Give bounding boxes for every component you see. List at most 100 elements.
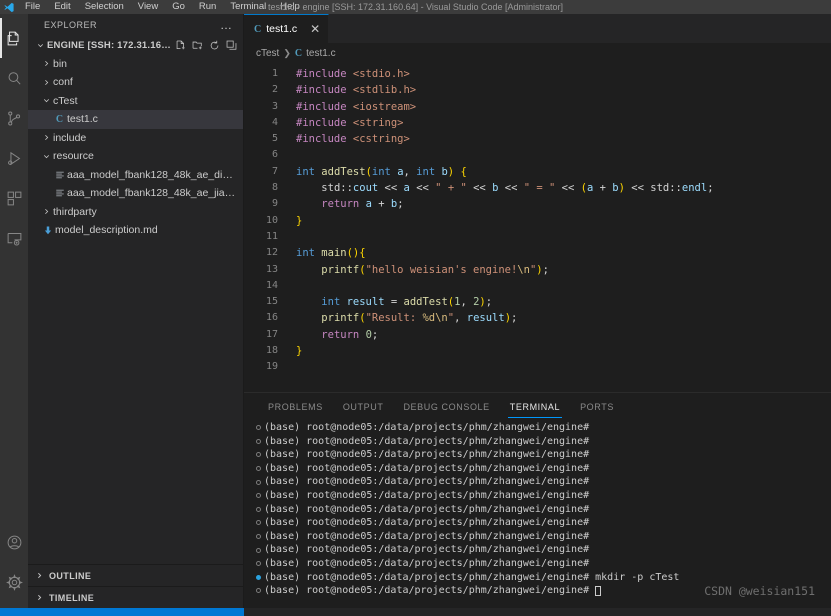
chevron-right-icon [40,133,53,142]
editor-tab-test1-c[interactable]: C test1.c ✕ [244,14,330,43]
status-bar[interactable] [0,608,831,616]
terminal-prompt: (base) root@node05:/data/projects/phm/zh… [264,530,590,542]
code-content[interactable]: 1 #include <stdio.h> 2 #include <stdlib.… [244,63,831,376]
gear-icon[interactable] [0,562,28,602]
tree-root-label: ENGINE [SSH: 172.31.16… [47,39,171,51]
breadcrumb[interactable]: cTest ❯ C test1.c [244,43,831,63]
activity-item-run-and-debug[interactable] [0,138,28,178]
command-marker-icon [252,425,264,431]
tree-item-include[interactable]: include [28,129,243,148]
menu-file[interactable]: File [18,0,47,14]
activity-item-search[interactable] [0,58,28,98]
command-marker-icon [252,520,264,526]
sidebar-section-outline[interactable]: OUTLINE [28,564,243,586]
line-number: 8 [271,182,278,194]
tree-item-model-jians[interactable]: aaa_model_fbank128_48k_ae_jians… [28,184,243,203]
terminal-line: (base) root@node05:/data/projects/phm/zh… [252,435,831,449]
terminal-line-current[interactable]: (base) root@node05:/data/projects/phm/zh… [252,584,831,598]
command-marker-icon [252,479,264,485]
tree-item-test1-c[interactable]: C test1.c [28,110,243,129]
line-number: 16 [265,312,278,324]
terminal-line: (base) root@node05:/data/projects/phm/zh… [252,462,831,476]
tab-debug-console[interactable]: DEBUG CONSOLE [393,393,499,421]
status-bar-right[interactable] [244,608,831,616]
chevron-right-icon [40,207,53,216]
line-text: return a + b; [321,198,404,211]
line-number: 3 [271,100,278,112]
command-marker-icon [252,561,264,567]
tab-terminal[interactable]: TERMINAL [500,393,570,421]
activity-item-remote-explorer[interactable] [0,218,28,258]
tree-item-resource[interactable]: resource [28,147,243,166]
code-editor[interactable]: 1 #include <stdio.h> 2 #include <stdlib.… [244,63,831,392]
activity-item-source-control[interactable] [0,98,28,138]
menu-run[interactable]: Run [192,0,223,14]
tree-item-label: thirdparty [53,205,97,218]
new-folder-icon[interactable] [192,40,203,51]
tab-output[interactable]: OUTPUT [333,393,394,421]
tree-item-model-dianji[interactable]: aaa_model_fbank128_48k_ae_dianji… [28,166,243,185]
tree-root-engine[interactable]: ENGINE [SSH: 172.31.16… [28,36,243,55]
code-line: 19 [244,359,831,375]
tree-item-thirdparty[interactable]: thirdparty [28,203,243,222]
menu-view[interactable]: View [131,0,165,14]
tab-ports[interactable]: PORTS [570,393,624,421]
status-bar-remote[interactable] [0,608,244,616]
activity-item-extensions[interactable] [0,178,28,218]
menu-selection[interactable]: Selection [78,0,131,14]
line-number: 17 [265,328,278,340]
menu-edit[interactable]: Edit [47,0,77,14]
line-text: int result = addTest(1, 2); [321,296,493,309]
code-line: 7 int addTest(int a, int b) { [244,164,831,180]
code-line: 5 #include <cstring> [244,131,831,147]
tab-problems[interactable]: PROBLEMS [258,393,333,421]
menu-bar[interactable]: File Edit Selection View Go Run Terminal… [18,0,307,14]
terminal-prompt: (base) root@node05:/data/projects/phm/zh… [264,557,590,569]
chevron-down-icon [40,96,53,105]
line-number: 6 [271,149,278,161]
menu-terminal[interactable]: Terminal [223,0,273,14]
chevron-right-icon [33,593,46,602]
close-icon[interactable]: ✕ [310,23,320,35]
command-marker-icon [252,547,264,553]
collapse-all-icon[interactable] [226,40,237,51]
menu-help[interactable]: Help [273,0,307,14]
c-file-icon: C [294,47,303,59]
sidebar-section-timeline[interactable]: TIMELINE [28,586,243,608]
code-line: 9 return a + b; [244,196,831,212]
terminal-line: (base) root@node05:/data/projects/phm/zh… [252,448,831,462]
sidebar-explorer: EXPLORER … ENGINE [SSH: 172.31.16… bin c… [28,14,244,608]
breadcrumb-folder[interactable]: cTest [256,48,279,59]
terminal-prompt: (base) root@node05:/data/projects/phm/zh… [264,476,590,488]
activity-item-explorer[interactable] [0,18,28,58]
file-tree[interactable]: ENGINE [SSH: 172.31.16… bin conf cTest C… [28,36,243,564]
menu-go[interactable]: Go [165,0,192,14]
line-number: 1 [271,68,278,79]
bottom-panel: PROBLEMS OUTPUT DEBUG CONSOLE TERMINAL P… [244,392,831,608]
breadcrumb-file[interactable]: test1.c [306,48,335,59]
tree-item-ctest[interactable]: cTest [28,92,243,111]
tree-item-label: conf [53,76,73,89]
new-file-icon[interactable] [175,40,186,51]
line-number: 14 [265,279,278,291]
markdown-file-icon [40,225,55,236]
command-marker-icon [252,493,264,499]
tree-item-model-description-md[interactable]: model_description.md [28,221,243,240]
code-line: 16 printf("Result: %d\n", result); [244,310,831,326]
tree-item-label: cTest [53,94,78,107]
activity-bar [0,14,28,608]
line-text: int main(){ [296,247,366,260]
terminal-line: (base) root@node05:/data/projects/phm/zh… [252,503,831,517]
code-line: 12 int main(){ [244,245,831,261]
tab-bar-filler [329,14,831,43]
c-file-icon: C [254,23,262,35]
terminal-line: (base) root@node05:/data/projects/phm/zh… [252,557,831,571]
tree-item-bin[interactable]: bin [28,55,243,74]
refresh-icon[interactable] [209,40,220,51]
tree-item-conf[interactable]: conf [28,73,243,92]
terminal-prompt: (base) root@node05:/data/projects/phm/zh… [264,489,590,501]
terminal-output[interactable]: (base) root@node05:/data/projects/phm/zh… [244,421,831,608]
sidebar-more-actions-icon[interactable]: … [220,19,233,31]
line-number: 18 [265,345,278,357]
activity-item-accounts[interactable] [0,522,28,562]
